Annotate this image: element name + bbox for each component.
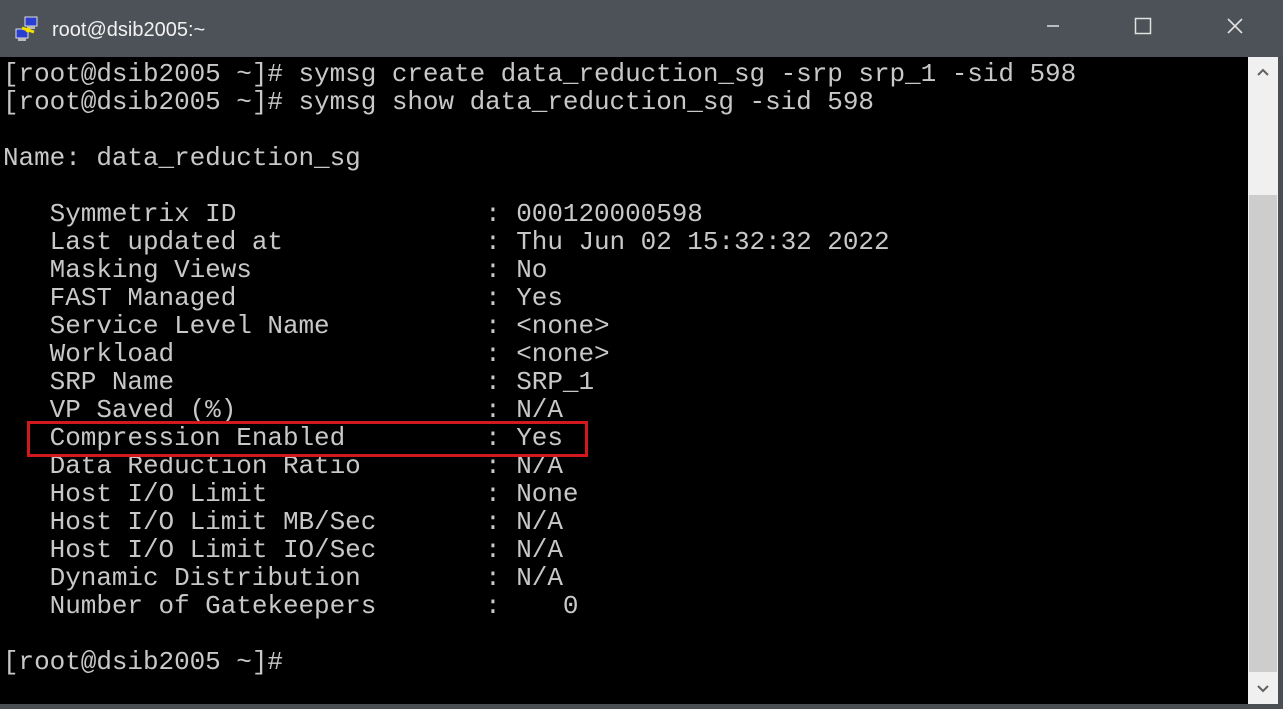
terminal-line: Workload : <none> — [3, 339, 610, 369]
terminal-line: [root@dsib2005 ~]# symsg create data_red… — [3, 59, 1077, 89]
terminal-line: [root@dsib2005 ~]# symsg show data_reduc… — [3, 87, 874, 117]
terminal-line: FAST Managed : Yes — [3, 283, 563, 313]
terminal-line: VP Saved (%) : N/A — [3, 395, 563, 425]
scroll-thumb[interactable] — [1249, 195, 1277, 672]
close-icon — [1226, 17, 1244, 40]
terminal-line: Masking Views : No — [3, 255, 548, 285]
window-border-bottom — [0, 704, 1283, 709]
terminal-prompt: [root@dsib2005 ~]# — [3, 647, 283, 677]
window-title: root@dsib2005:~ — [52, 19, 206, 41]
terminal-output[interactable]: [root@dsib2005 ~]# symsg create data_red… — [0, 57, 1248, 704]
vertical-scrollbar[interactable] — [1248, 57, 1278, 704]
terminal-line: Symmetrix ID : 000120000598 — [3, 199, 703, 229]
terminal-line: Number of Gatekeepers : 0 — [3, 591, 579, 621]
terminal-line: Dynamic Distribution : N/A — [3, 563, 563, 593]
scroll-down-button[interactable] — [1248, 674, 1278, 704]
terminal-line: Name: data_reduction_sg — [3, 143, 361, 173]
window-border-right — [1278, 57, 1283, 709]
terminal-line: Host I/O Limit : None — [3, 479, 579, 509]
maximize-icon — [1134, 17, 1152, 40]
title-bar[interactable]: root@dsib2005:~ — [0, 0, 1283, 57]
terminal-line: Host I/O Limit IO/Sec : N/A — [3, 535, 563, 565]
close-button[interactable] — [1212, 0, 1258, 57]
chevron-up-icon — [1257, 63, 1269, 81]
scroll-up-button[interactable] — [1248, 57, 1278, 87]
putty-network-icon[interactable] — [14, 16, 42, 44]
maximize-button[interactable] — [1120, 0, 1166, 57]
minimize-button[interactable] — [1030, 0, 1076, 57]
terminal-line: Last updated at : Thu Jun 02 15:32:32 20… — [3, 227, 890, 257]
highlight-box — [27, 421, 588, 457]
chevron-down-icon — [1257, 680, 1269, 698]
terminal-line: Host I/O Limit MB/Sec : N/A — [3, 507, 563, 537]
terminal-line: SRP Name : SRP_1 — [3, 367, 594, 397]
terminal-line: Service Level Name : <none> — [3, 311, 610, 341]
minimize-icon — [1046, 19, 1060, 38]
